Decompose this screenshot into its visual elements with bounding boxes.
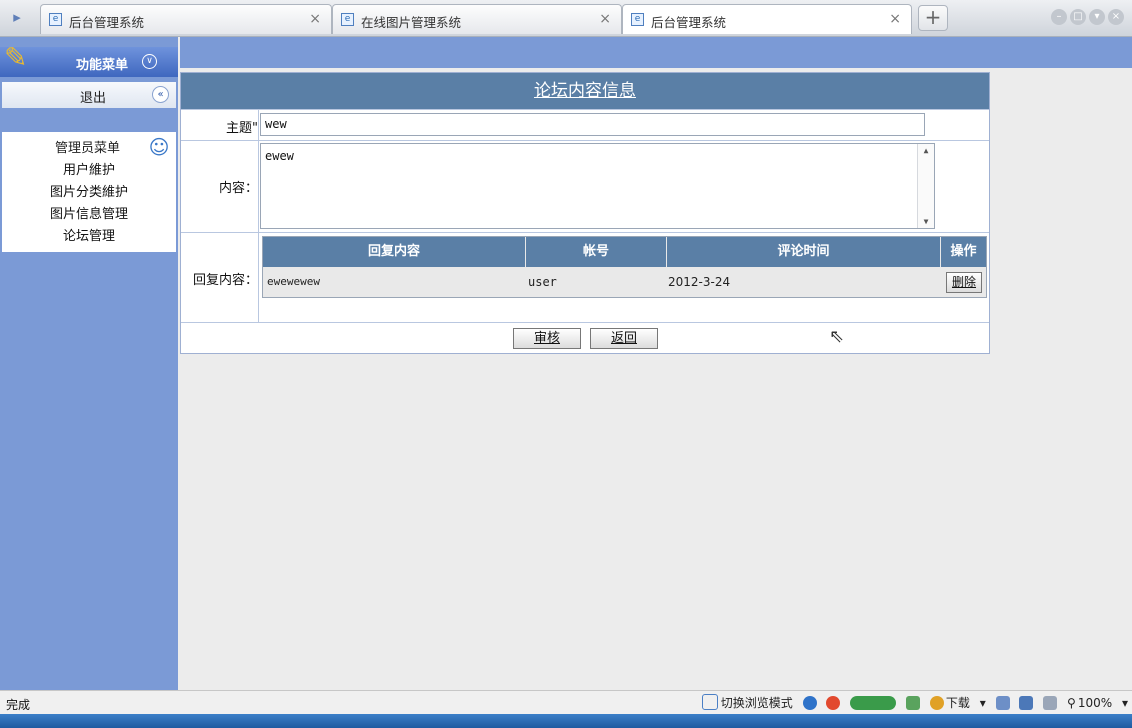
menu-icon[interactable]: ▾ (1089, 9, 1105, 25)
content-label: 内容： (218, 181, 258, 196)
new-tab-button[interactable]: + (918, 5, 948, 31)
col-header-action: 操作 (941, 237, 986, 267)
mouse-cursor-icon: ⇖ (829, 326, 845, 347)
admin-menu-list: 用户維护 图片分类維护 图片信息管理 论坛管理 (2, 160, 176, 248)
reply-table: 回复内容 帐号 评论时间 操作 ewewewew user 2012-3-24 … (262, 236, 987, 298)
textarea-scrollbar[interactable]: ▲ ▼ (917, 144, 934, 228)
download-dropdown-icon[interactable]: ▾ (980, 696, 986, 710)
sound-icon[interactable] (1043, 696, 1058, 710)
row-divider (181, 109, 989, 110)
browser-tab-bar: ▸ e 后台管理系统 × e 在线图片管理系统 × e 后台管理系统 × + –… (0, 0, 1132, 37)
delete-reply-button[interactable]: 删除 (946, 272, 982, 293)
sidebar-toggle-icon[interactable]: ▸ (8, 8, 26, 26)
security-icon[interactable] (826, 696, 841, 710)
sidebar-item-image-category[interactable]: 图片分类維护 (2, 182, 176, 204)
row-divider (181, 322, 989, 323)
logout-link[interactable]: 退出 (80, 87, 106, 106)
close-tab-icon[interactable]: × (889, 11, 901, 27)
sidebar-item-forum-management[interactable]: 论坛管理 (2, 226, 176, 248)
tab-title: 在线图片管理系统 (361, 15, 462, 30)
close-window-icon[interactable]: × (1108, 9, 1124, 25)
download-icon (929, 696, 944, 710)
tab-title: 后台管理系统 (651, 15, 727, 30)
brush-logo-icon: ✎ (4, 41, 28, 74)
admin-menu-panel: 管理员菜单 ☺ 用户維护 图片分类維护 图片信息管理 论坛管理 (2, 132, 176, 252)
column-divider (258, 109, 259, 322)
window-icon[interactable] (1019, 696, 1034, 710)
function-menu-header: ✎ 功能菜单 ∨ (0, 41, 178, 77)
review-button[interactable]: 审核 (513, 328, 581, 349)
reply-label: 回复内容： (192, 273, 258, 288)
content-textarea[interactable]: ewew ▲ ▼ (260, 143, 935, 229)
zoom-icon: ⚲ (1067, 696, 1076, 710)
admin-menu-title: 管理员菜单 (55, 141, 121, 156)
panel-title: 论坛内容信息 (181, 73, 989, 109)
close-tab-icon[interactable]: × (309, 11, 321, 27)
ie-icon[interactable] (802, 696, 817, 710)
expand-menu-icon[interactable]: ∨ (142, 54, 157, 69)
download-link[interactable]: 下载 (946, 696, 970, 710)
page-favicon-icon: e (631, 13, 644, 26)
forum-content-panel: 论坛内容信息 主题" wew 内容： ewew ▲ ▼ 回复内容： 回复内容 帐号… (180, 72, 990, 354)
reply-content-cell: ewewewew (267, 275, 320, 288)
col-header-reply-content: 回复内容 (263, 237, 526, 267)
toggle-switch-icon[interactable] (850, 696, 897, 710)
plugin-icon[interactable] (906, 696, 921, 710)
reply-time-cell: 2012-3-24 (668, 275, 731, 289)
subject-input[interactable]: wew (260, 113, 925, 136)
sidebar-item-image-info[interactable]: 图片信息管理 (2, 204, 176, 226)
logout-row[interactable]: 退出 « (2, 82, 176, 108)
browser-tab-3[interactable]: e 后台管理系统 × (622, 4, 912, 34)
page-favicon-icon: e (341, 13, 354, 26)
function-menu-title: 功能菜单 (76, 58, 129, 73)
reply-account-cell: user (528, 275, 557, 289)
switch-browse-mode-link[interactable]: 切换浏览模式 (721, 696, 793, 710)
tab-title: 后台管理系统 (69, 15, 145, 30)
os-taskbar (0, 714, 1132, 728)
collapse-sidebar-icon[interactable]: « (152, 86, 169, 103)
zoom-dropdown-icon[interactable]: ▾ (1122, 696, 1128, 710)
zoom-level[interactable]: 100% (1078, 696, 1112, 710)
status-text: 完成 (6, 698, 31, 712)
admin-user-icon: ☺ (148, 135, 170, 159)
window-controls: – □ ▾ × (1048, 8, 1124, 25)
row-divider (181, 232, 989, 233)
top-banner-strip (180, 37, 1132, 68)
page-favicon-icon: e (49, 13, 62, 26)
sidebar-item-user-maintenance[interactable]: 用户維护 (2, 160, 176, 182)
status-tools: 切换浏览模式 下载 ▾ ⚲ 100% ▾ (696, 694, 1128, 711)
col-header-account: 帐号 (526, 237, 667, 267)
browser-tab-2[interactable]: e 在线图片管理系统 × (332, 4, 622, 34)
sidebar: ✎ 功能菜单 ∨ 退出 « 管理员菜单 ☺ 用户維护 图片分类維护 图片信息管理… (0, 37, 178, 690)
subject-label: 主题" (226, 121, 258, 136)
col-header-comment-time: 评论时间 (667, 237, 941, 267)
minimize-icon[interactable]: – (1051, 9, 1067, 25)
browser-tab-1[interactable]: e 后台管理系统 × (40, 4, 332, 34)
browser-status-bar: 完成 切换浏览模式 下载 ▾ ⚲ 100% ▾ (0, 690, 1132, 714)
back-button[interactable]: 返回 (590, 328, 658, 349)
content-text: ewew (265, 149, 294, 163)
browse-mode-icon (701, 694, 718, 710)
maximize-icon[interactable]: □ (1070, 9, 1086, 25)
upload-icon[interactable] (995, 696, 1010, 710)
row-divider (181, 140, 989, 141)
close-tab-icon[interactable]: × (599, 11, 611, 27)
